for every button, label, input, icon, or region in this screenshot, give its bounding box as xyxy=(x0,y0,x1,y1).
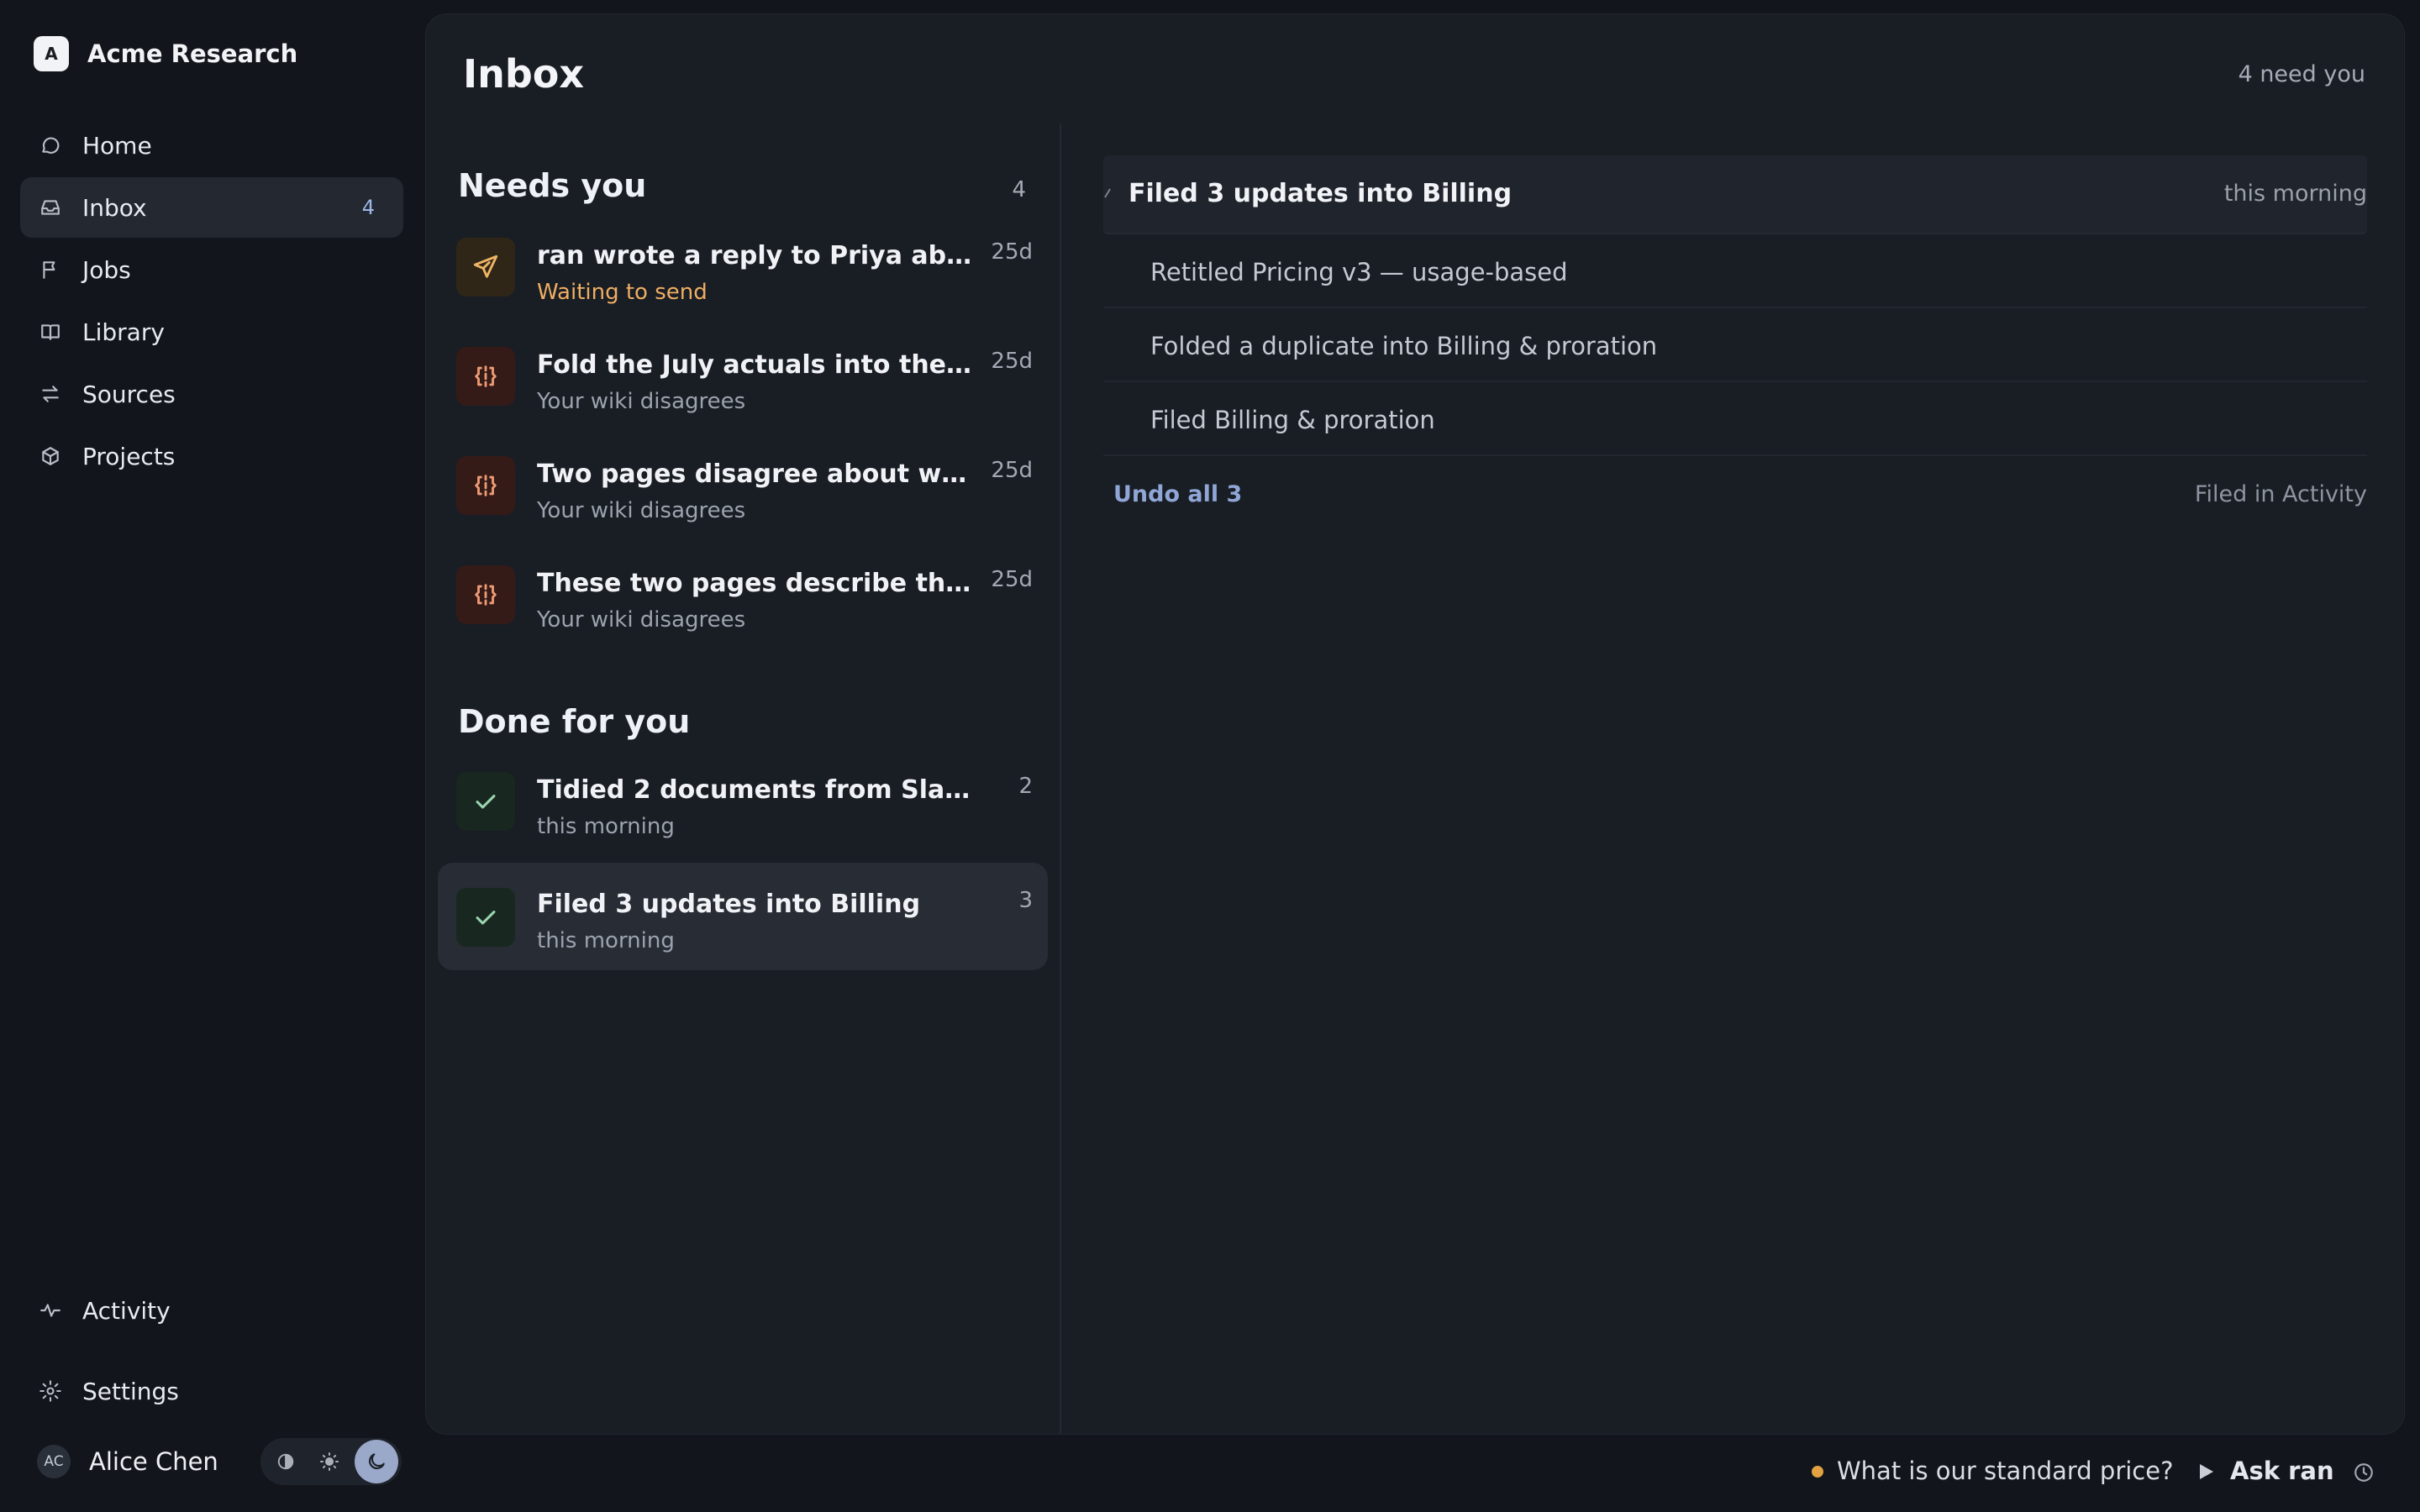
inbox-item-time: this morning xyxy=(537,814,675,839)
chat-bubble-icon xyxy=(39,134,62,157)
bottom-nav-activity: Activity xyxy=(20,1280,403,1342)
inbox-item-status: Waiting to send xyxy=(537,280,708,305)
inbox-item-status: Your wiki disagrees xyxy=(537,389,746,414)
inbox-item[interactable]: Two pages disagree about where E... Your… xyxy=(438,456,1048,562)
inbox-item-age: 25d xyxy=(991,458,1033,483)
needs-you-summary: 4 need you xyxy=(2238,61,2365,87)
inbox-item-selected[interactable]: Filed 3 updates into Billing this mornin… xyxy=(438,863,1048,970)
collapse-caret-icon[interactable] xyxy=(1103,187,1113,204)
page-title: Inbox xyxy=(463,51,585,97)
inbox-panel: Inbox 4 need you Needs you 4 ran wrote a… xyxy=(425,13,2405,1435)
sidebar-item-label: Inbox xyxy=(82,193,147,222)
inbox-item-count: 3 xyxy=(1018,888,1033,913)
suggested-question[interactable]: What is our standard price? xyxy=(1837,1457,2173,1485)
sidebar-item-label: Sources xyxy=(82,380,176,408)
undo-all-button[interactable]: Undo all 3 xyxy=(1113,481,1242,507)
update-row-text: Filed Billing & proration xyxy=(1150,406,1435,434)
history-clock-icon[interactable] xyxy=(2353,1462,2376,1485)
sidebar-item-label: Library xyxy=(82,318,165,346)
inbox-item-age: 25d xyxy=(991,567,1033,592)
sidebar-item-projects[interactable]: Projects xyxy=(20,426,403,486)
sidebar-item-label: Settings xyxy=(82,1377,179,1405)
sidebar-item-activity[interactable]: Activity xyxy=(20,1280,403,1341)
detail-title: Filed 3 updates into Billing xyxy=(1128,179,1512,208)
sidebar-item-label: Projects xyxy=(82,442,176,470)
inbox-count-badge: 4 xyxy=(361,196,375,219)
conflict-icon xyxy=(456,347,515,406)
org-name: Acme Research xyxy=(87,39,298,68)
needs-you-count: 4 xyxy=(1012,177,1026,202)
inbox-tray-icon xyxy=(39,196,62,219)
update-row[interactable]: Filed Billing & proration xyxy=(1103,382,2367,456)
conflict-icon xyxy=(456,565,515,624)
sidebar-item-label: Jobs xyxy=(82,255,131,284)
inbox-item-title: Filed 3 updates into Billing xyxy=(537,890,921,919)
inbox-item-age: 25d xyxy=(991,239,1033,265)
sidebar-item-label: Activity xyxy=(82,1296,171,1325)
bottom-nav-settings: Settings xyxy=(20,1361,403,1423)
book-icon xyxy=(39,320,62,344)
inbox-item-title: ran wrote a reply to Priya about Q... xyxy=(537,241,974,270)
update-row-text: Retitled Pricing v3 — usage-based xyxy=(1150,258,1568,286)
gear-icon xyxy=(39,1379,62,1403)
detail-time: this morning xyxy=(2223,181,2367,207)
detail-pane: Filed 3 updates into Billing this mornin… xyxy=(1103,155,2367,533)
pulse-icon xyxy=(39,1299,62,1322)
sidebar-item-sources[interactable]: Sources xyxy=(20,364,403,424)
detail-header[interactable]: Filed 3 updates into Billing this mornin… xyxy=(1103,155,2367,234)
inbox-item-time: this morning xyxy=(537,928,675,953)
check-icon xyxy=(456,772,515,831)
inbox-item-title: Tidied 2 documents from Slack —... xyxy=(537,775,974,805)
inbox-item[interactable]: ran wrote a reply to Priya about Q... Wa… xyxy=(438,238,1048,344)
update-row-text: Folded a duplicate into Billing & prorat… xyxy=(1150,332,1658,360)
inbox-item-status: Your wiki disagrees xyxy=(537,607,746,633)
sidebar-item-home[interactable]: Home xyxy=(20,115,403,176)
sidebar: A Acme Research Home Inbox 4 Jobs Librar… xyxy=(0,0,420,1512)
cube-icon xyxy=(39,444,62,468)
inbox-item-title: Two pages disagree about where E... xyxy=(537,459,974,489)
section-heading-needs-you: Needs you xyxy=(458,167,647,204)
inbox-item-count: 2 xyxy=(1018,774,1033,799)
send-icon xyxy=(456,238,515,297)
inbox-list: Needs you 4 ran wrote a reply to Priya a… xyxy=(426,123,1061,1434)
section-heading-done-for-you: Done for you xyxy=(458,703,691,740)
inbox-item-age: 25d xyxy=(991,349,1033,374)
status-dot xyxy=(1812,1466,1823,1478)
update-row[interactable]: Retitled Pricing v3 — usage-based xyxy=(1103,234,2367,308)
conflict-icon xyxy=(456,456,515,515)
sidebar-item-settings[interactable]: Settings xyxy=(20,1361,403,1421)
sidebar-item-inbox[interactable]: Inbox 4 xyxy=(20,177,403,238)
update-row[interactable]: Folded a duplicate into Billing & prorat… xyxy=(1103,308,2367,382)
filed-in-activity-link[interactable]: Filed in Activity xyxy=(2195,481,2367,507)
inbox-item[interactable]: These two pages describe the sam... Your… xyxy=(438,565,1048,671)
org-logo: A xyxy=(34,36,69,71)
inbox-item-title: Fold the July actuals into the boar... xyxy=(537,350,974,380)
ask-ran-button[interactable]: Ask ran xyxy=(2230,1457,2334,1485)
inbox-item-status: Your wiki disagrees xyxy=(537,498,746,523)
sidebar-item-label: Home xyxy=(82,131,152,160)
flag-icon xyxy=(39,258,62,281)
arrows-swap-icon xyxy=(39,382,62,406)
sidebar-item-jobs[interactable]: Jobs xyxy=(20,239,403,300)
inbox-item[interactable]: Fold the July actuals into the boar... Y… xyxy=(438,347,1048,453)
inbox-item-title: These two pages describe the sam... xyxy=(537,569,974,598)
org-switcher[interactable]: A Acme Research xyxy=(34,35,297,72)
main-nav: Home Inbox 4 Jobs Library Sources Projec… xyxy=(20,115,403,488)
play-icon xyxy=(2200,1464,2213,1479)
check-icon xyxy=(456,888,515,947)
detail-footer: Undo all 3 Filed in Activity xyxy=(1103,456,2367,533)
sidebar-item-library[interactable]: Library xyxy=(20,302,403,362)
